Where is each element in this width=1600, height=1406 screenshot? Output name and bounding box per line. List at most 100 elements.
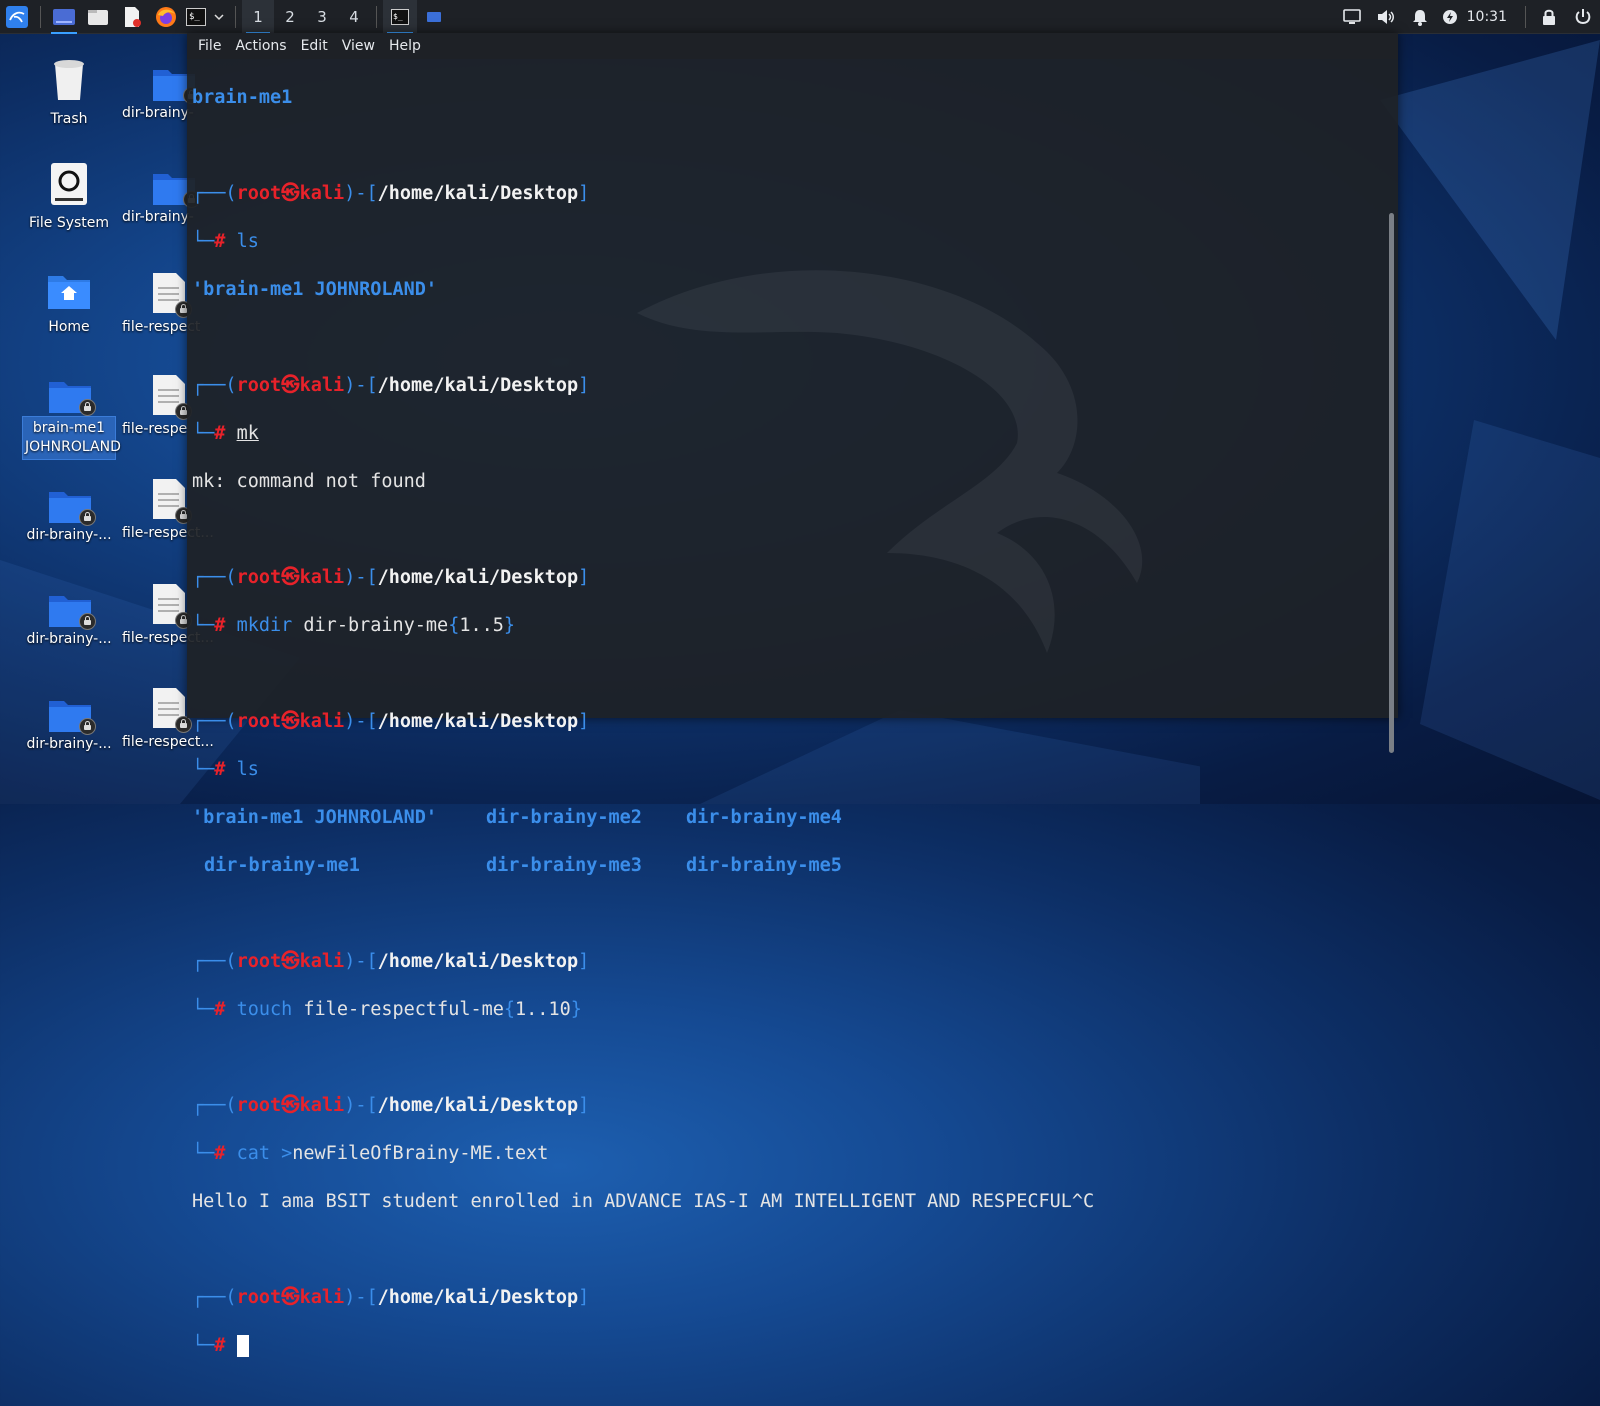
workspace-2[interactable]: 2 [274, 0, 306, 34]
desktop-icon-trash[interactable]: Trash [19, 56, 119, 129]
lock-emblem-icon [79, 613, 96, 630]
prompt-line: ┌──(root㉿kali)-[/home/kali/Desktop] [192, 183, 590, 204]
terminal-icon: $_ [186, 7, 206, 26]
menu-help[interactable]: Help [382, 38, 428, 54]
skull-icon: ㉿ [281, 1287, 300, 1308]
terminal-launcher[interactable]: $_ [183, 0, 209, 34]
prompt-user: root [236, 183, 282, 204]
skull-icon: ㉿ [281, 567, 300, 588]
taskbar-terminal-window[interactable]: $_ [383, 0, 417, 34]
file-manager-icon [88, 9, 108, 25]
skull-icon: ㉿ [281, 375, 300, 396]
desktop-icon-label: dir-brainy-... [26, 736, 112, 752]
terminal-launcher-dropdown[interactable] [209, 0, 229, 34]
lock-emblem-icon [79, 718, 96, 735]
skull-icon: ㉿ [281, 183, 300, 204]
monitor-icon [1342, 9, 1361, 24]
folder-icon [48, 488, 96, 526]
prompt-line: ┌──(root㉿kali)-[/home/kali/Desktop] [192, 1287, 590, 1308]
skull-icon: ㉿ [281, 1095, 300, 1116]
desktop-icon-home[interactable]: Home [19, 272, 119, 337]
menu-edit[interactable]: Edit [294, 38, 335, 54]
notifications-tray-button[interactable] [1403, 0, 1437, 34]
desktop-icon-filesystem[interactable]: File System [19, 162, 119, 233]
command-text: mkdir [236, 615, 293, 636]
trash-icon [54, 60, 84, 100]
workspace-3[interactable]: 3 [306, 0, 338, 34]
terminal-line: mk: command not found [192, 471, 426, 492]
volume-icon [1377, 10, 1394, 24]
desktop-icon-dir-brainy[interactable]: dir-brainy-... [19, 592, 119, 649]
panel-separator [40, 5, 41, 28]
panel-separator [376, 5, 377, 28]
prompt-line: ┌──(root㉿kali)-[/home/kali/Desktop] [192, 375, 590, 396]
lock-screen-button[interactable] [1532, 0, 1566, 34]
desktop-icon-brain-me1[interactable]: brain-me1 JOHNROLAND [19, 378, 121, 460]
menu-file[interactable]: File [191, 38, 228, 54]
file-icon [152, 272, 192, 318]
power-icon [1575, 9, 1591, 25]
desktop-icon-label: File System [28, 215, 110, 231]
prompt-line: ┌──(root㉿kali)-[/home/kali/Desktop] [192, 567, 590, 588]
kali-menu-button[interactable] [0, 0, 34, 34]
folder-icon [48, 697, 96, 735]
terminal-menubar: File Actions Edit View Help [187, 33, 1398, 59]
display-tray-button[interactable] [1335, 0, 1369, 34]
wallpaper-shard [1420, 420, 1600, 800]
workspace-4[interactable]: 4 [338, 0, 370, 34]
kali-logo-icon [6, 5, 28, 28]
command-text: mk [236, 423, 259, 444]
power-manager-icon [1442, 10, 1457, 24]
svg-text:$_: $_ [393, 12, 403, 21]
desktop-icon-label: Home [48, 319, 90, 335]
prompt-line: ┌──(root㉿kali)-[/home/kali/Desktop] [192, 711, 590, 732]
command-line: └─# cat >newFileOfBrainy-ME.text [192, 1143, 549, 1164]
power-tray-button[interactable] [1437, 0, 1463, 34]
terminal-window[interactable]: File Actions Edit View Help brain-me1 ┌─… [187, 33, 1398, 1357]
lock-icon [1543, 9, 1555, 25]
terminal-icon: $_ [391, 8, 409, 25]
menu-view[interactable]: View [335, 38, 382, 54]
prompt-line: ┌──(root㉿kali)-[/home/kali/Desktop] [192, 951, 590, 972]
text-editor-launcher[interactable] [115, 0, 149, 34]
desktop-icon-label: brain-me1 JOHNROLAND [22, 416, 121, 460]
folder-icon [48, 592, 96, 630]
terminal-scrollbar[interactable] [1389, 213, 1394, 753]
volume-tray-button[interactable] [1369, 0, 1403, 34]
skull-icon: ㉿ [281, 711, 300, 732]
command-input-line[interactable]: └─# [192, 1334, 1398, 1358]
window-icon [427, 11, 441, 22]
terminal-output[interactable]: brain-me1 ┌──(root㉿kali)-[/home/kali/Des… [187, 59, 1398, 1357]
menu-actions[interactable]: Actions [228, 38, 293, 54]
taskbar-desktop-window[interactable] [417, 0, 451, 34]
home-folder-icon [48, 276, 90, 309]
firefox-launcher[interactable] [149, 0, 183, 34]
terminal-line: 'brain-me1 JOHNROLAND' [192, 279, 438, 300]
file-icon [152, 687, 192, 733]
svg-text:$_: $_ [189, 12, 200, 22]
desktop-icon [53, 8, 75, 25]
desktop-icon-label: Trash [50, 111, 88, 127]
workspace-1[interactable]: 1 [242, 0, 274, 34]
top-panel: $_ 1 2 3 4 $_ 10:31 [0, 0, 1600, 34]
command-text: ls [236, 759, 259, 780]
show-desktop-button[interactable] [47, 0, 81, 34]
chevron-down-icon [214, 13, 224, 20]
clock[interactable]: 10:31 [1467, 9, 1507, 25]
file-icon [152, 583, 192, 629]
command-text: touch [236, 999, 293, 1020]
session-button[interactable] [1566, 0, 1600, 34]
command-line: └─# mkdir dir-brainy-me{1..5} [192, 615, 516, 636]
desktop-icon-dir-brainy[interactable]: dir-brainy-... [19, 488, 119, 545]
file-manager-launcher[interactable] [81, 0, 115, 34]
desktop-icon-label: dir-brainy-... [26, 527, 112, 543]
command-line: └─# ls [192, 231, 259, 252]
bell-icon [1412, 10, 1427, 26]
panel-separator [235, 5, 236, 28]
desktop-icon-dir-brainy[interactable]: dir-brainy-... [19, 697, 119, 754]
prompt-path: /home/kali/Desktop [377, 183, 579, 204]
command-text: ls [236, 231, 259, 252]
command-text: cat [236, 1143, 270, 1164]
